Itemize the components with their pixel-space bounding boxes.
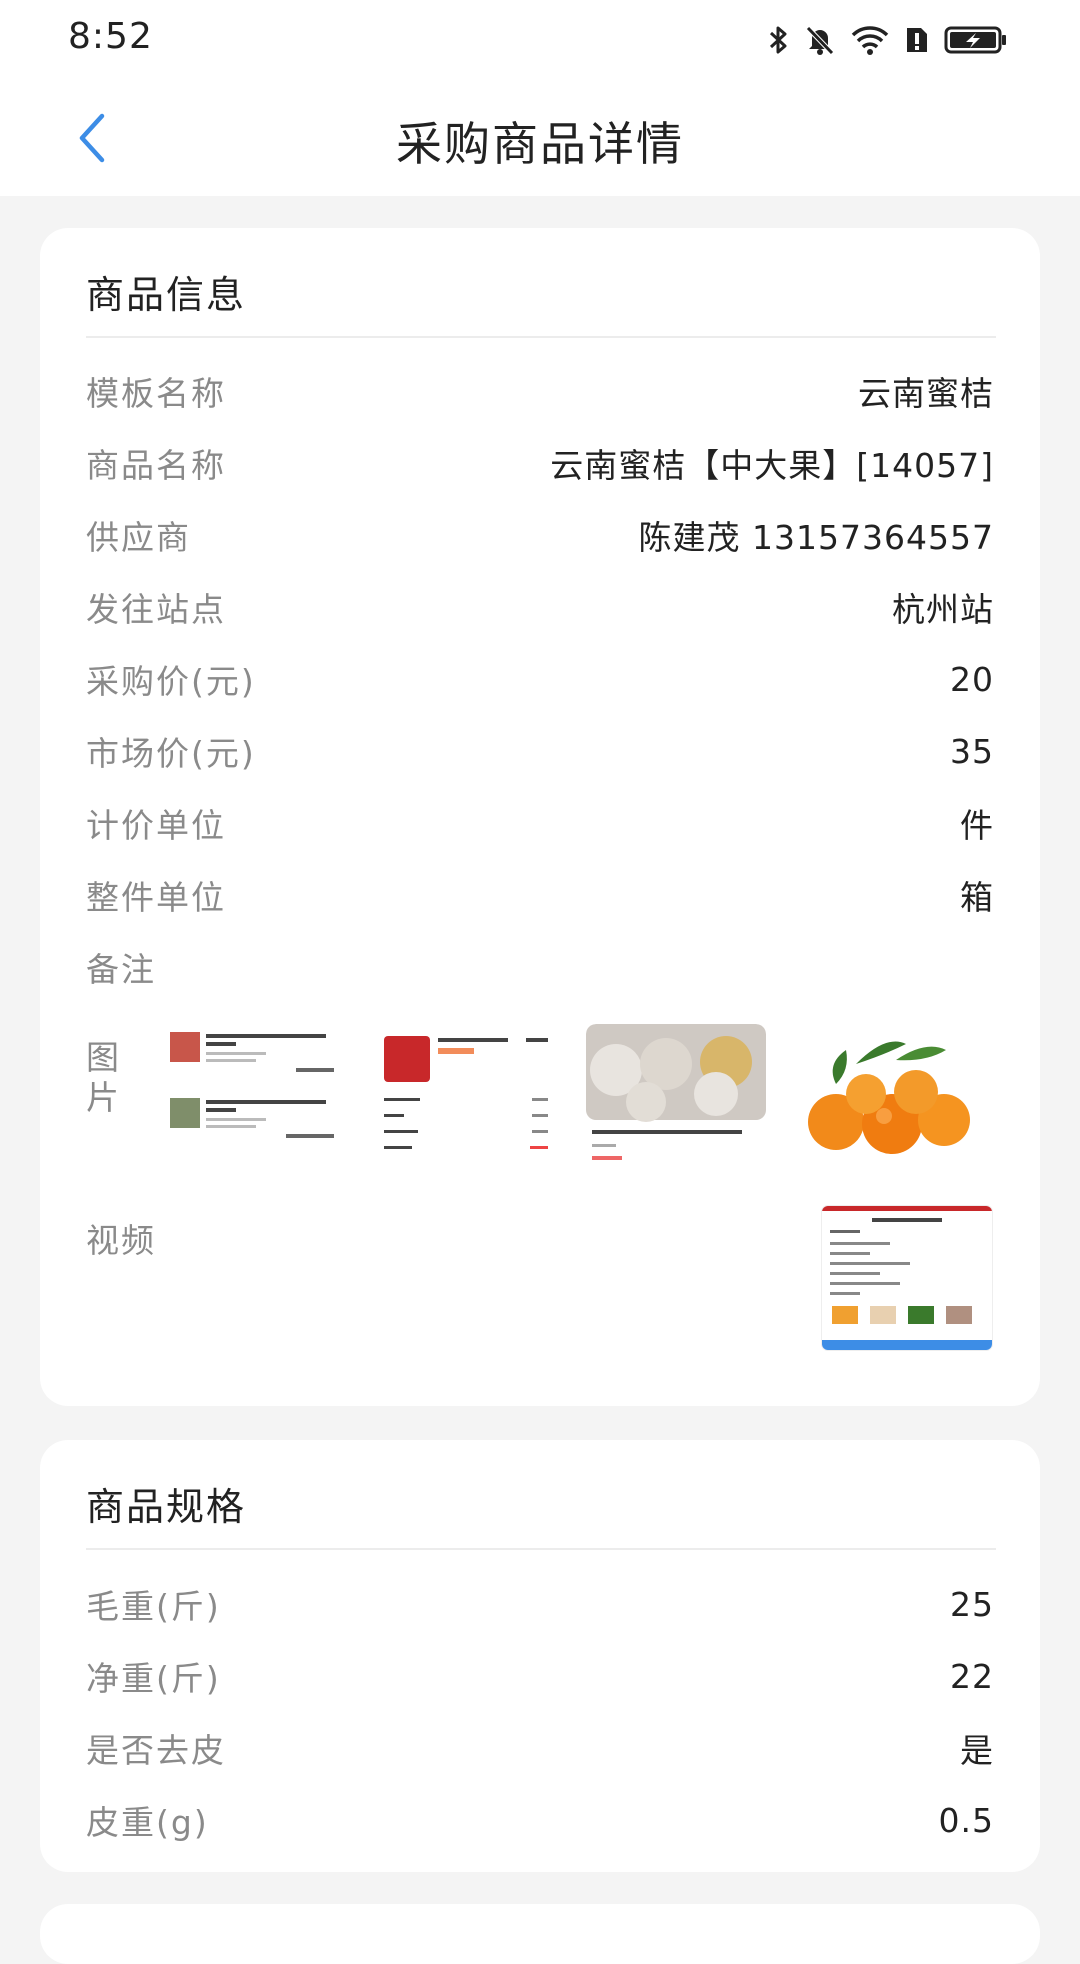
video-label: 视频 — [86, 1221, 156, 1260]
mandarin-oranges-image — [796, 1024, 976, 1174]
video-thumbnail[interactable] — [822, 1206, 992, 1350]
product-image-2[interactable] — [376, 1024, 556, 1174]
info-row-supplier: 供应商 陈建茂 13157364557 — [86, 509, 994, 561]
video-preview-image — [822, 1206, 992, 1350]
status-bar: 8:52 — [0, 0, 1080, 80]
row-label: 商品名称 — [86, 446, 226, 485]
sim-alert-icon — [907, 28, 927, 52]
info-row-pricing-unit: 计价单位 件 — [86, 797, 994, 849]
row-value: 是 — [960, 1731, 994, 1770]
product-image-3[interactable] — [586, 1024, 766, 1174]
app-header: 采购商品详情 — [0, 80, 1080, 196]
row-value: 25 — [950, 1584, 994, 1624]
product-spec-card: 商品规格 毛重(斤) 25 净重(斤) 22 是否去皮 是 皮重(g) 0.5 — [40, 1440, 1040, 1872]
row-label: 毛重(斤) — [86, 1587, 221, 1626]
order-detail-image — [376, 1024, 556, 1174]
row-label: 计价单位 — [86, 806, 226, 845]
wifi-icon — [851, 26, 889, 55]
row-value: 杭州站 — [892, 590, 994, 629]
row-value: 20 — [950, 659, 994, 699]
spec-row-net-weight: 净重(斤) 22 — [86, 1650, 994, 1702]
page-title: 采购商品详情 — [396, 117, 684, 171]
info-row-market-price: 市场价(元) 35 — [86, 725, 994, 777]
row-value: 22 — [950, 1656, 994, 1696]
row-value: 云南蜜桔 — [858, 374, 994, 413]
product-info-title: 商品信息 — [86, 273, 247, 317]
order-screenshot-image — [166, 1024, 346, 1174]
row-value: 陈建茂 13157364557 — [638, 518, 994, 557]
row-label: 采购价(元) — [86, 662, 256, 701]
spec-row-tare-weight: 皮重(g) 0.5 — [86, 1794, 994, 1846]
info-row-template-name: 模板名称 云南蜜桔 — [86, 365, 994, 417]
status-time: 8:52 — [68, 16, 153, 57]
row-value: 件 — [960, 806, 994, 845]
info-row-purchase-price: 采购价(元) 20 — [86, 653, 994, 705]
images-label: 图片 — [86, 1038, 119, 1117]
row-label: 备注 — [86, 950, 156, 989]
status-icons — [768, 20, 1008, 60]
info-row-remark: 备注 — [86, 941, 994, 993]
row-value: 箱 — [960, 878, 994, 917]
product-image-4[interactable] — [796, 1024, 976, 1174]
row-label: 模板名称 — [86, 374, 226, 413]
divider — [86, 336, 996, 338]
row-label: 皮重(g) — [86, 1803, 209, 1842]
info-row-station: 发往站点 杭州站 — [86, 581, 994, 633]
row-label: 供应商 — [86, 518, 191, 557]
row-label: 发往站点 — [86, 590, 226, 629]
spec-row-peeled: 是否去皮 是 — [86, 1722, 994, 1774]
bluetooth-icon — [769, 26, 787, 54]
product-info-card: 商品信息 模板名称 云南蜜桔 商品名称 云南蜜桔【中大果】[14057] 供应商… — [40, 228, 1040, 1406]
row-value: 0.5 — [938, 1800, 994, 1840]
row-value: 35 — [950, 731, 994, 771]
divider — [86, 1548, 996, 1550]
row-label: 市场价(元) — [86, 734, 256, 773]
row-label: 整件单位 — [86, 878, 226, 917]
row-value: 云南蜜桔【中大果】[14057] — [550, 446, 994, 485]
spec-row-gross-weight: 毛重(斤) 25 — [86, 1578, 994, 1630]
row-label: 净重(斤) — [86, 1659, 221, 1698]
row-label: 是否去皮 — [86, 1731, 226, 1770]
fruit-crate-image — [586, 1024, 766, 1174]
info-row-package-unit: 整件单位 箱 — [86, 869, 994, 921]
bell-muted-icon — [806, 26, 834, 55]
next-card — [40, 1904, 1040, 1964]
battery-charging-icon — [944, 26, 1006, 54]
product-image-1[interactable] — [166, 1024, 346, 1174]
info-row-product-name: 商品名称 云南蜜桔【中大果】[14057] — [86, 437, 994, 489]
product-spec-title: 商品规格 — [86, 1485, 247, 1529]
